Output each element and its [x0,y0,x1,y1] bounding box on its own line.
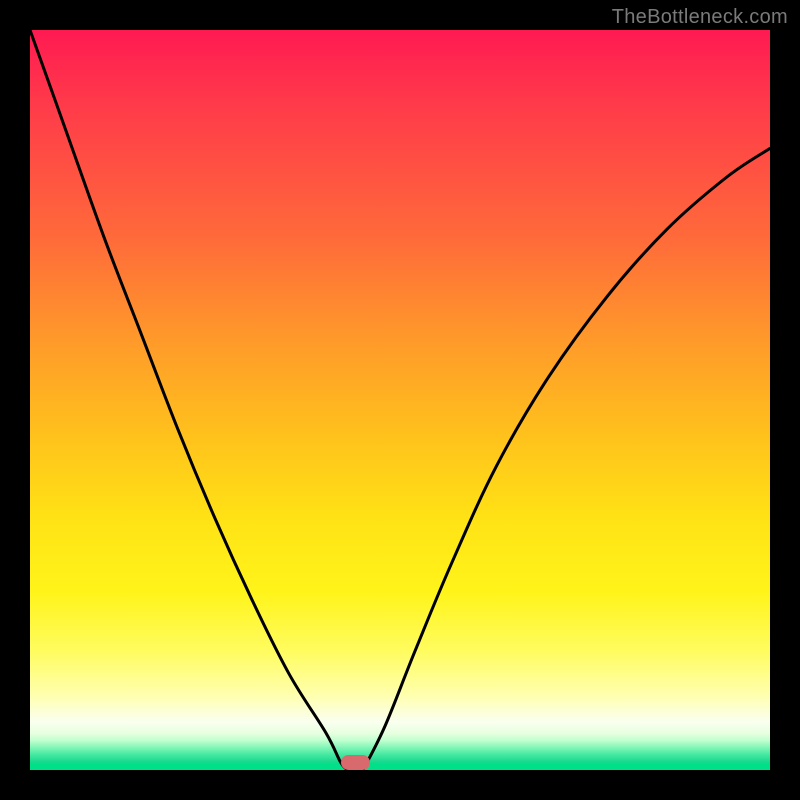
plot-area [30,30,770,770]
watermark-text: TheBottleneck.com [612,6,788,29]
left-curve [30,30,348,770]
chart-frame: TheBottleneck.com [0,0,800,800]
bottleneck-marker [341,755,371,770]
right-curve [363,148,770,770]
bottleneck-curves [30,30,770,770]
